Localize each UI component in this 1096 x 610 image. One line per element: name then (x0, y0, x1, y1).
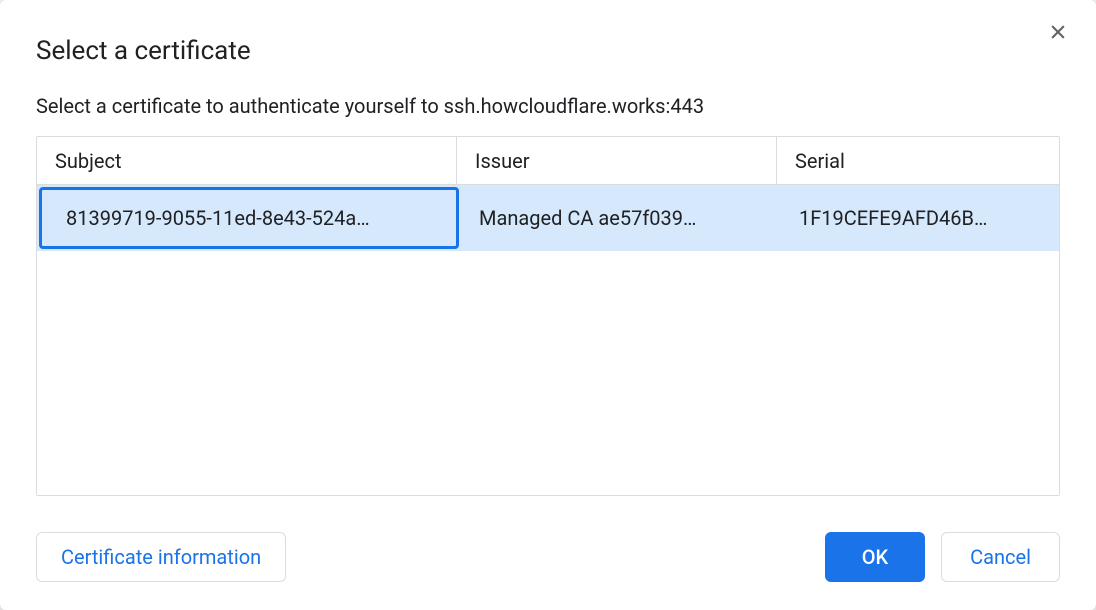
table-row[interactable]: 81399719-9055-11ed-8e43-524a… Managed CA… (37, 185, 1059, 251)
dialog-subtitle: Select a certificate to authenticate you… (36, 94, 1060, 118)
cell-issuer: Managed CA ae57f039… (461, 185, 781, 251)
table-header: Subject Issuer Serial (37, 137, 1059, 185)
certificate-dialog: Select a certificate Select a certificat… (0, 0, 1096, 610)
cancel-button[interactable]: Cancel (941, 532, 1060, 582)
close-button[interactable] (1044, 20, 1072, 48)
ok-button[interactable]: OK (825, 532, 925, 582)
header-serial[interactable]: Serial (777, 137, 1059, 184)
header-subject[interactable]: Subject (37, 137, 457, 184)
certificate-info-button[interactable]: Certificate information (36, 532, 286, 582)
dialog-footer: Certificate information OK Cancel (36, 532, 1060, 582)
close-icon (1048, 22, 1068, 46)
dialog-title: Select a certificate (36, 36, 1060, 66)
footer-right: OK Cancel (825, 532, 1060, 582)
cell-serial: 1F19CEFE9AFD46B… (781, 185, 1059, 251)
cell-subject: 81399719-9055-11ed-8e43-524a… (39, 187, 459, 249)
header-issuer[interactable]: Issuer (457, 137, 777, 184)
certificate-table: Subject Issuer Serial 81399719-9055-11ed… (36, 136, 1060, 496)
table-body: 81399719-9055-11ed-8e43-524a… Managed CA… (37, 185, 1059, 495)
